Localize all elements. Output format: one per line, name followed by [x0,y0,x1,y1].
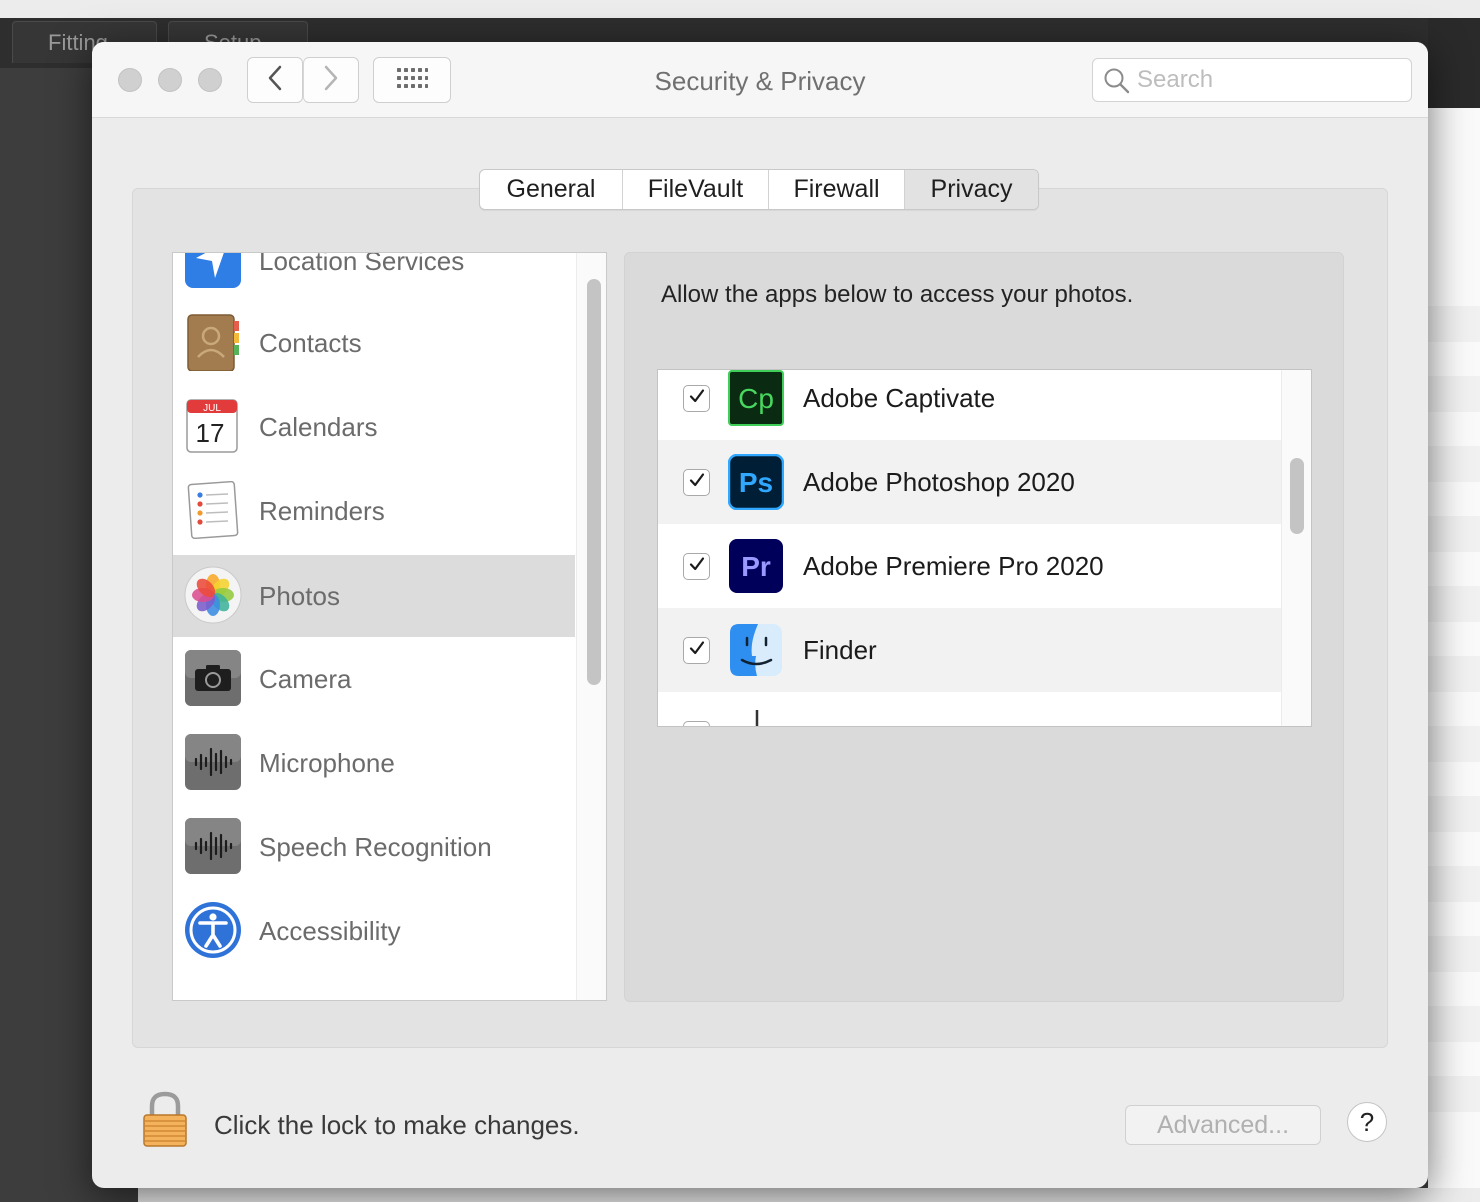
access-prompt: Allow the apps below to access your phot… [661,281,1134,308]
sidebar-item-calendars[interactable]: JUL 17 Calendars [173,386,575,468]
sidebar-item-label: Camera [259,664,352,694]
app-checkbox[interactable] [683,385,710,412]
tab-general[interactable]: General [480,170,623,209]
app-row-partial[interactable] [658,692,1281,726]
adobe-captivate-icon-text: Cp [738,383,774,414]
sidebar-item-label: Reminders [259,496,385,526]
tab-bar: General FileVault Firewall Privacy [479,169,1039,210]
background-app-list [1428,108,1480,1202]
sidebar-item-label: Location Services [259,252,465,276]
privacy-detail-pane: Allow the apps below to access your phot… [624,252,1344,1002]
lock-message: Click the lock to make changes. [214,1110,580,1140]
app-name: Adobe Photoshop 2020 [803,467,1075,497]
app-checkbox[interactable] [683,637,710,664]
tab-privacy[interactable]: Privacy [905,170,1038,209]
adobe-captivate-icon: Cp [728,370,784,426]
grid-icon [396,67,428,94]
microphone-icon [184,733,242,791]
sidebar-item-camera[interactable]: Camera [173,638,575,720]
search-input[interactable] [1137,63,1403,97]
background-app-panel [1428,18,1480,108]
app-checkbox[interactable] [683,469,710,496]
category-list-scroll-thumb[interactable] [587,279,601,685]
sidebar-item-label: Calendars [259,412,378,442]
show-all-button[interactable] [373,57,451,103]
adobe-premiere-pro-icon: Pr [728,538,784,594]
forward-button[interactable] [303,57,359,103]
speech-recognition-icon [184,817,242,875]
app-name: Adobe Captivate [803,383,996,413]
category-list-scrollbar[interactable] [576,253,606,1000]
app-row-adobe-captivate[interactable]: Cp Adobe Captivate [658,370,1281,440]
search-icon [1103,67,1131,95]
app-checkbox[interactable] [683,553,710,580]
app-row-finder[interactable]: Finder [658,608,1281,692]
app-permission-list[interactable]: Cp Adobe Captivate Ps Adobe Photoshop 20… [657,369,1312,727]
finder-icon [728,622,784,678]
tab-filevault[interactable]: FileVault [623,170,769,209]
camera-icon [184,649,242,707]
zoom-window-button[interactable] [198,68,222,92]
app-list-scrollbar[interactable] [1281,370,1311,726]
checkmark-icon [688,387,706,410]
tab-firewall[interactable]: Firewall [769,170,905,209]
search-field[interactable] [1092,58,1412,102]
sidebar-item-label: Contacts [259,328,362,358]
app-row-adobe-premiere-pro[interactable]: Pr Adobe Premiere Pro 2020 [658,524,1281,608]
sidebar-item-contacts[interactable]: Contacts [173,302,575,384]
background-app-bottom [138,1188,1480,1202]
photos-icon [184,566,242,624]
chevron-right-icon [323,65,339,96]
advanced-button[interactable]: Advanced... [1125,1105,1321,1145]
security-privacy-window: Security & Privacy General FileVault Fir… [92,42,1428,1188]
minimize-window-button[interactable] [158,68,182,92]
accessibility-icon [184,901,242,959]
contacts-icon [184,313,242,372]
app-row-adobe-photoshop[interactable]: Ps Adobe Photoshop 2020 [658,440,1281,524]
sidebar-item-label: Photos [259,581,340,611]
back-button[interactable] [247,57,303,103]
checkmark-icon [688,555,706,578]
background-app-topbar [0,0,1480,18]
app-checkbox[interactable] [683,721,710,726]
sidebar-item-speech-recognition[interactable]: Speech Recognition [173,806,575,888]
sidebar-item-photos[interactable]: Photos [173,555,575,637]
app-list-scroll-thumb[interactable] [1290,458,1304,534]
privacy-category-list[interactable]: Location Services Contacts JUL 17 Calenda… [172,252,607,1001]
sidebar-item-accessibility[interactable]: Accessibility [173,890,575,972]
sidebar-item-label: Accessibility [259,916,401,946]
close-window-button[interactable] [118,68,142,92]
title-bar: Security & Privacy [92,42,1428,118]
app-name: Adobe Premiere Pro 2020 [803,551,1104,581]
chevron-left-icon [267,65,283,96]
sidebar-item-location-services[interactable]: Location Services [173,252,575,302]
calendar-icon-day: 17 [196,418,225,448]
sidebar-item-reminders[interactable]: Reminders [173,470,575,552]
sidebar-item-label: Speech Recognition [259,832,492,862]
adobe-photoshop-icon-text: Ps [739,467,773,498]
sidebar-item-microphone[interactable]: Microphone [173,722,575,804]
calendar-icon: JUL 17 [184,397,242,455]
adobe-premiere-pro-icon-text: Pr [741,551,771,582]
reminders-icon [184,480,242,540]
sidebar-item-label: Microphone [259,748,395,778]
app-icon [728,706,784,726]
help-button[interactable]: ? [1347,1102,1387,1142]
adobe-photoshop-icon: Ps [727,453,785,511]
location-services-icon [184,253,242,289]
checkmark-icon [688,639,706,662]
app-name: Finder [803,635,877,665]
lock-icon[interactable] [142,1090,188,1148]
checkmark-icon [688,471,706,494]
calendar-icon-month: JUL [203,403,221,414]
